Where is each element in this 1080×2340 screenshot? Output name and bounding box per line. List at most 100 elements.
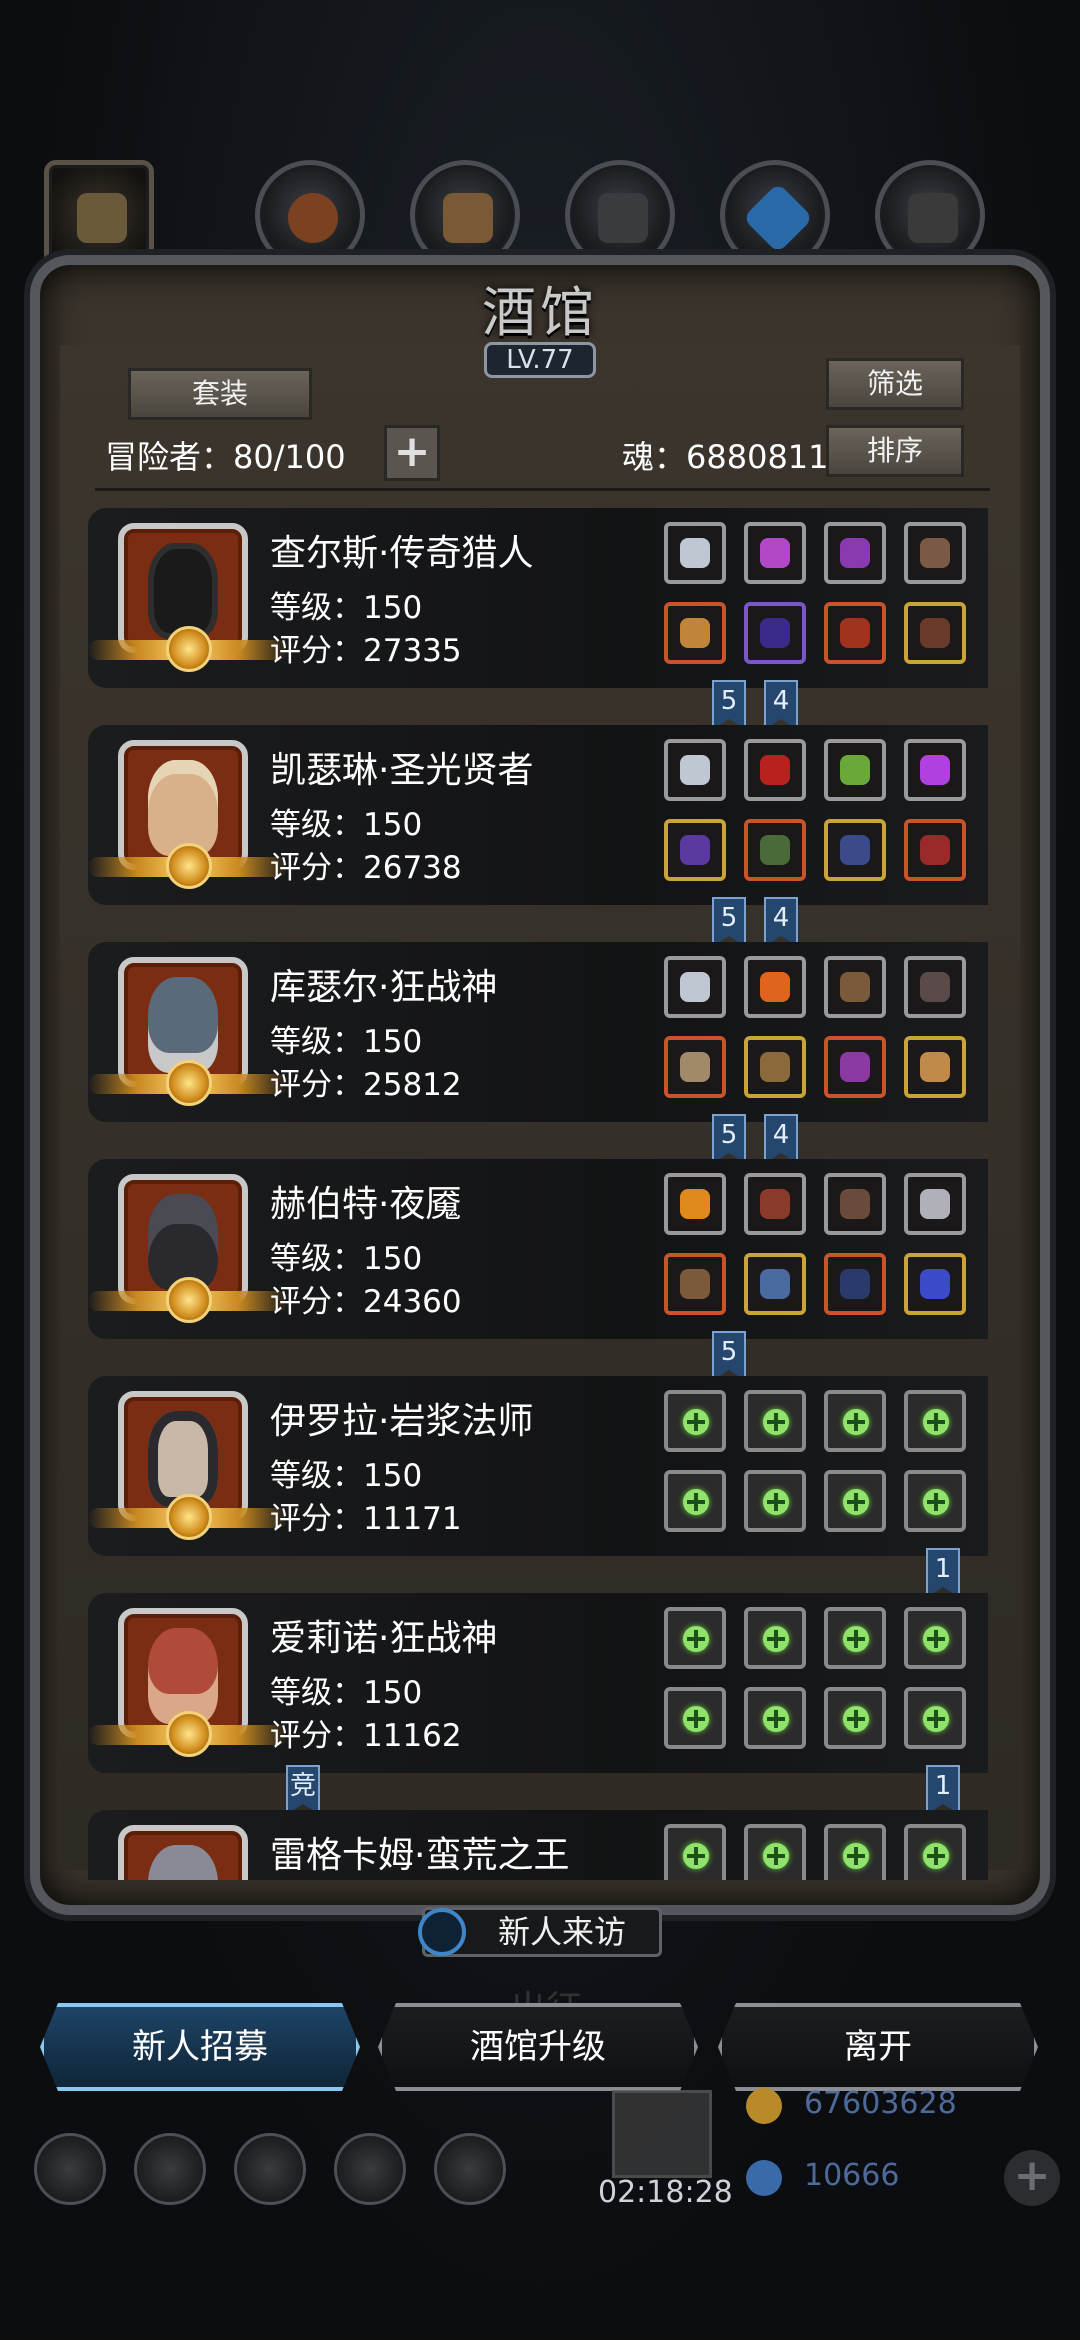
amulet-slot[interactable] [744,956,806,1018]
recruit-button[interactable]: 新人招募 [40,2003,360,2091]
set-ribbon: 5 [712,680,746,730]
lantern-slot[interactable] [824,739,886,801]
hero-score: 评分：25812 [270,1067,462,1103]
spear-slot[interactable] [824,956,886,1018]
add-equip-icon [763,1706,789,1732]
empty-slot[interactable] [904,1390,966,1452]
tab-tavern[interactable] [44,160,154,270]
add-currency-button[interactable]: + [1004,2150,1060,2206]
empty-slot[interactable] [664,1607,726,1669]
guild-icon[interactable] [234,2133,306,2205]
tab-armor[interactable] [565,160,675,270]
title-text: 酒馆 [482,281,598,344]
mask-slot[interactable] [824,1036,886,1098]
empty-slot[interactable] [664,1824,726,1880]
hero-card[interactable]: 伊罗拉·岩浆法师 等级：150 评分：11171 [88,1376,988,1556]
ring-slot[interactable] [904,1253,966,1315]
helmet-slot[interactable] [664,522,726,584]
hero-list[interactable]: 查尔斯·传奇猎人 等级：150 评分：27335 5 4 凯瑟琳·圣光贤者 等级… [88,508,988,1880]
achievement-icon[interactable] [134,2133,206,2205]
tab-bag[interactable] [255,160,365,270]
belt-slot[interactable] [904,1036,966,1098]
belt-slot[interactable] [904,602,966,664]
add-equip-icon [683,1626,709,1652]
mask-slot[interactable] [824,602,886,664]
horn-slot[interactable] [904,522,966,584]
gem-counter: 10666 [742,2156,1002,2200]
armor-icon [598,193,648,243]
empty-slot[interactable] [744,1824,806,1880]
hero-level: 等级：150 [270,590,423,626]
hero-card[interactable]: 雷格卡姆·蛮荒之王 [88,1810,988,1880]
hero-card[interactable]: 查尔斯·传奇猎人 等级：150 评分：27335 [88,508,988,688]
empty-slot[interactable] [744,1470,806,1532]
chest-icon [443,193,493,243]
armor-slot[interactable] [744,1253,806,1315]
add-equip-icon [923,1409,949,1435]
gift-box-icon[interactable] [612,2090,712,2178]
hero-card[interactable]: 库瑟尔·狂战神 等级：150 评分：25812 [88,942,988,1122]
empty-slot[interactable] [904,1470,966,1532]
add-equip-icon [763,1409,789,1435]
hero-card[interactable]: 爱莉诺·狂战神 等级：150 评分：11162 [88,1593,988,1773]
mail-icon[interactable] [334,2133,406,2205]
hero-card[interactable]: 赫伯特·夜魇 等级：150 评分：24360 [88,1159,988,1339]
empty-slot[interactable] [664,1470,726,1532]
hero-score: 评分：11171 [270,1501,462,1537]
belt-slot[interactable] [904,819,966,881]
rank-medal-icon [166,1494,212,1540]
feather-slot[interactable] [904,956,966,1018]
crown-slot[interactable] [664,1173,726,1235]
amulet-slot[interactable] [744,522,806,584]
empty-slot[interactable] [824,1824,886,1880]
empty-slot[interactable] [664,1687,726,1749]
tab-chest[interactable] [410,160,520,270]
add-equip-icon [923,1843,949,1869]
hero-score: 评分：11162 [270,1718,462,1754]
helmet-slot[interactable] [664,956,726,1018]
armor-slot[interactable] [744,1036,806,1098]
empty-slot[interactable] [904,1687,966,1749]
suit-button[interactable]: 套装 [128,368,312,420]
weapon-slot[interactable] [664,1253,726,1315]
blade-slot[interactable] [904,1173,966,1235]
helmet-slot[interactable] [664,739,726,801]
weapon-slot[interactable] [664,819,726,881]
weapon-slot[interactable] [664,602,726,664]
wand-slot[interactable] [824,819,886,881]
empty-slot[interactable] [664,1390,726,1452]
empty-slot[interactable] [904,1607,966,1669]
empty-slot[interactable] [744,1607,806,1669]
sword-slot[interactable] [824,1253,886,1315]
tab-crystal[interactable] [720,160,830,270]
armor-slot[interactable] [744,819,806,881]
sort-button[interactable]: 排序 [826,425,964,477]
armor-slot[interactable] [744,602,806,664]
empty-slot[interactable] [744,1687,806,1749]
crystal-slot[interactable] [904,739,966,801]
ore-slot[interactable] [744,1173,806,1235]
axe-slot[interactable] [664,1036,726,1098]
empty-slot[interactable] [824,1390,886,1452]
empty-slot[interactable] [904,1824,966,1880]
empty-slot[interactable] [824,1687,886,1749]
tab-forge[interactable] [875,160,985,270]
leave-button[interactable]: 离开 [718,2003,1038,2091]
shop-icon[interactable] [434,2133,506,2205]
gem-amount: 10666 [804,2158,900,2193]
gift-timer: 02:18:28 [598,2175,733,2210]
empty-slot[interactable] [744,1390,806,1452]
tavern-upgrade-button[interactable]: 酒馆升级 [378,2003,698,2091]
panel-title: 酒馆 [420,268,660,348]
settings-icon[interactable] [34,2133,106,2205]
amulet-slot[interactable] [744,739,806,801]
empty-slot[interactable] [824,1470,886,1532]
empty-slot[interactable] [824,1607,886,1669]
lantern-slot[interactable] [824,522,886,584]
antler-slot[interactable] [824,1173,886,1235]
filter-button[interactable]: 筛选 [826,358,964,410]
hero-card[interactable]: 凯瑟琳·圣光贤者 等级：150 评分：26738 [88,725,988,905]
set-ribbon: 4 [764,680,798,730]
rank-medal-icon [166,1277,212,1323]
add-adventurer-button[interactable]: + [384,425,440,481]
